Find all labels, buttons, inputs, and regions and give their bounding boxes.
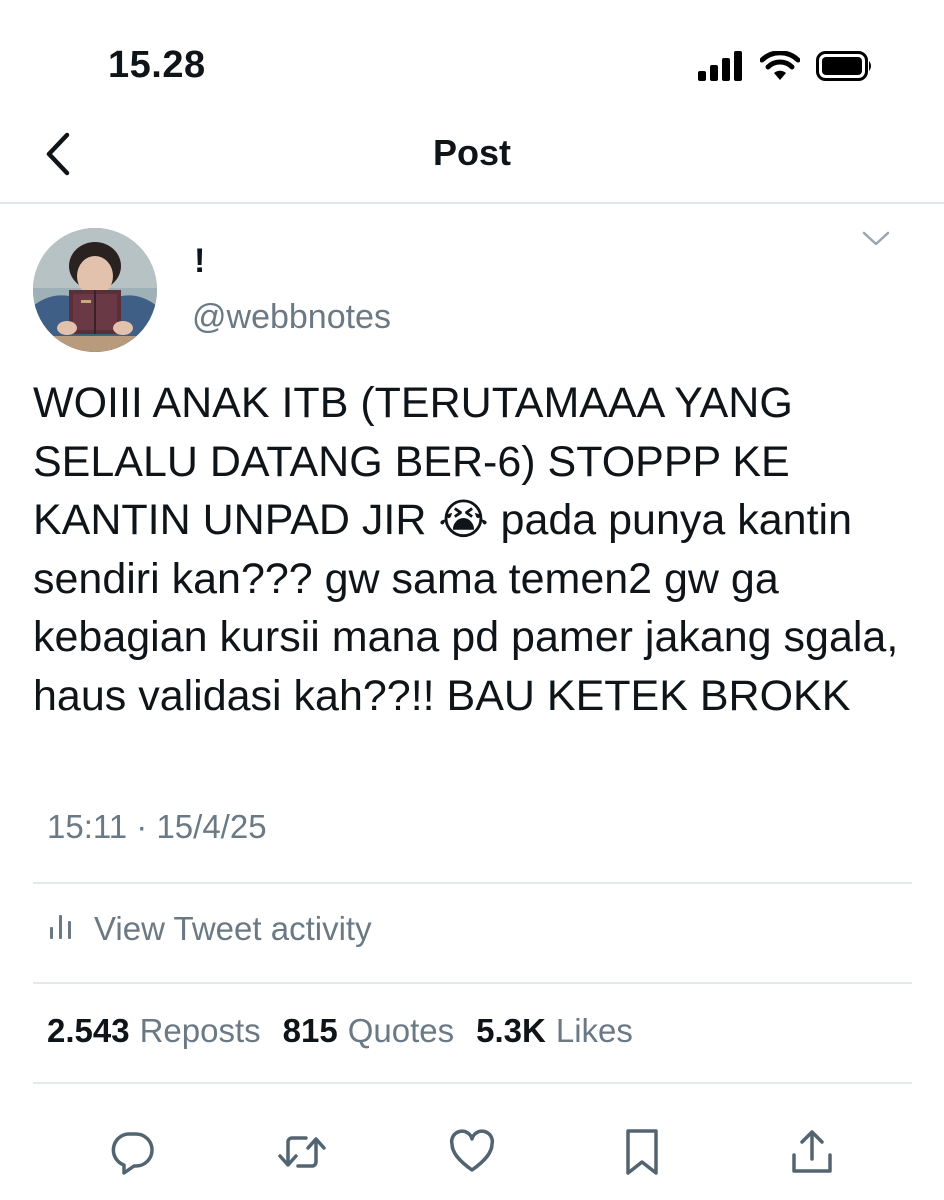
tweet-stats: 2.543 Reposts 815 Quotes 5.3K Likes — [47, 1012, 633, 1050]
status-icons — [698, 48, 874, 88]
status-time: 15.28 — [108, 44, 206, 86]
share-icon — [788, 1127, 836, 1182]
chevron-down-icon — [858, 231, 894, 260]
wifi-icon — [759, 49, 801, 86]
reposts-count: 2.543 — [47, 1012, 130, 1049]
battery-icon — [816, 50, 874, 86]
like-button[interactable] — [446, 1128, 498, 1180]
avatar[interactable] — [33, 228, 157, 352]
divider — [33, 1082, 912, 1084]
divider — [33, 982, 912, 984]
bookmark-button[interactable] — [616, 1128, 668, 1180]
likes-count: 5.3K — [476, 1012, 546, 1049]
nav-bar: Post — [0, 110, 944, 204]
divider — [33, 882, 912, 884]
more-options-button[interactable] — [858, 220, 894, 256]
retweet-icon — [276, 1128, 328, 1181]
retweet-button[interactable] — [276, 1128, 328, 1180]
action-bar — [0, 1124, 944, 1184]
view-activity-link[interactable]: View Tweet activity — [48, 910, 372, 948]
quotes-label: Quotes — [347, 1012, 455, 1049]
activity-label: View Tweet activity — [94, 910, 372, 947]
display-name[interactable]: ! — [194, 242, 205, 281]
reposts-label: Reposts — [139, 1012, 261, 1049]
bar-chart-icon — [48, 913, 74, 946]
reply-icon — [108, 1128, 156, 1181]
like-icon — [448, 1128, 496, 1181]
signal-icon — [698, 50, 744, 86]
quotes-count: 815 — [282, 1012, 338, 1049]
share-button[interactable] — [786, 1128, 838, 1180]
quotes-stat[interactable]: 815 Quotes — [283, 1012, 454, 1050]
bookmark-icon — [620, 1127, 664, 1182]
page-title: Post — [432, 132, 511, 173]
user-handle[interactable]: @webbnotes — [192, 298, 391, 337]
reply-button[interactable] — [106, 1128, 158, 1180]
tweet-timestamp[interactable]: 15:11 · 15/4/25 — [47, 808, 267, 846]
likes-label: Likes — [555, 1012, 633, 1049]
status-bar: 15.28 — [0, 0, 944, 110]
tweet-text: WOIII ANAK ITB (TERUTAMAAA YANG SELALU D… — [33, 379, 911, 720]
likes-stat[interactable]: 5.3K Likes — [476, 1012, 633, 1050]
reposts-stat[interactable]: 2.543 Reposts — [47, 1012, 261, 1050]
